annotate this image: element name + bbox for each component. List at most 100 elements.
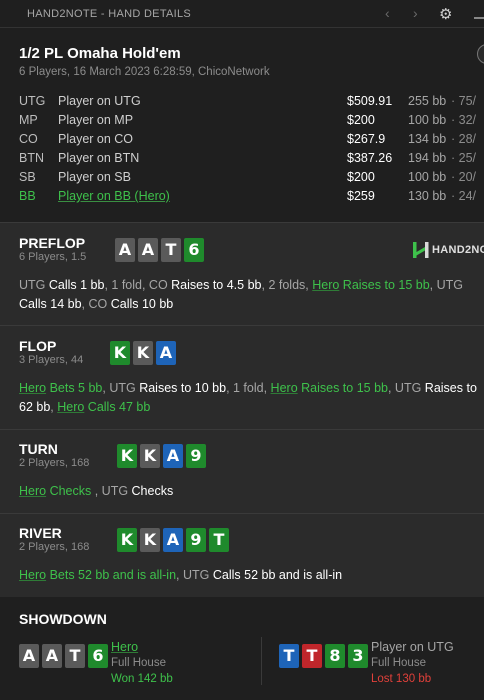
action-line: UTG Calls 1 bb, 1 fold, CO Raises to 4.5… [19,276,484,295]
player-position: CO [19,132,38,146]
card: T [302,644,322,668]
player-position: SB [19,170,36,184]
card: 6 [184,238,204,262]
action-line: Hero Bets 52 bb and is all-in, UTG Calls… [19,566,484,585]
gear-icon[interactable]: ⚙ [439,5,452,23]
action-text: Calls 10 bb [110,297,174,311]
showdown-title: SHOWDOWN [19,611,107,627]
action-text: Raises to 10 bb [139,381,227,395]
title-bar: HAND2NOTE - HAND DETAILS ‹ › ⚙ [0,0,484,28]
player-stack: $200 [347,170,375,184]
card: 6 [88,644,108,668]
card: T [161,238,181,262]
river-title: RIVER [19,525,62,541]
player-row[interactable]: CO Player on CO $267.9 134 bb · 28/ [0,132,484,150]
card: K [117,528,137,552]
chevron-right-icon[interactable]: › [413,5,418,21]
player-stats: · 32/ [451,113,477,127]
player-row[interactable]: BTN Player on BTN $387.26 194 bb · 25/ [0,151,484,169]
player-position: BB [19,189,36,203]
player-stack: $509.91 [347,94,393,108]
player-position: UTG [19,94,46,108]
card: T [209,528,229,552]
hero-showdown-hand: Full House [111,657,166,669]
hero-link[interactable]: Hero [312,278,339,292]
action-line: Calls 14 bb, CO Calls 10 bb [19,295,484,314]
player-bb: 100 bb [408,170,447,184]
player-bb: 100 bb [408,113,447,127]
card: T [279,644,299,668]
river-subtitle: 2 Players, 168 [19,541,90,553]
card: K [133,341,153,365]
action-text: Raises to 4.5 bb [171,278,262,292]
preflop-actions: UTG Calls 1 bb, 1 fold, CO Raises to 4.5… [19,276,484,314]
hero-showdown-cards: AAT6 [19,644,108,668]
villain-showdown-hand: Full House [371,657,426,669]
player-position: MP [19,113,38,127]
action-text: Bets 52 bb and is all-in [46,568,177,582]
action-text: 62 bb [19,400,51,414]
player-bb: 255 bb [408,94,447,108]
hero-showdown-name[interactable]: Hero [111,640,138,654]
card: A [163,444,183,468]
card: K [140,528,160,552]
hero-link[interactable]: Hero [19,381,46,395]
hero-link[interactable]: Hero [57,400,84,414]
player-stats: · 20/ [451,170,477,184]
player-stats: · 25/ [451,151,477,165]
action-text: Calls 14 bb [19,297,82,311]
card: A [138,238,158,262]
game-title: 1/2 PL Omaha Hold'em [19,45,181,62]
game-subtitle: 6 Players, 16 March 2023 6:28:59, ChicoN… [19,66,270,78]
player-stack: $387.26 [347,151,393,165]
player-bb: 130 bb [408,189,447,203]
hero-link[interactable]: Hero [271,381,298,395]
player-row[interactable]: SB Player on SB $200 100 bb · 20/ [0,170,484,188]
player-row[interactable]: UTG Player on UTG $509.91 255 bb · 75/ [0,94,484,112]
action-text: Raises to [424,381,477,395]
flop-cards: KKA [110,341,176,365]
action-line: 62 bb, Hero Calls 47 bb [19,398,484,417]
hero-showdown-result: Won 142 bb [111,673,173,685]
villain-showdown-cards: TT83 [279,644,368,668]
player-name: Player on SB [58,170,131,184]
card: A [42,644,62,668]
player-row[interactable]: MP Player on MP $200 100 bb · 32/ [0,113,484,131]
card: 8 [325,644,345,668]
action-text: Checks [46,484,92,498]
player-name: Player on MP [58,113,134,127]
player-name: Player on UTG [58,94,141,108]
preflop-title: PREFLOP [19,235,86,251]
card: A [115,238,135,262]
flop-subtitle: 3 Players, 44 [19,354,84,366]
action-text: UTG [19,278,49,292]
action-text: Raises to 15 bb [339,278,430,292]
action-text: Bets 5 bb [46,381,103,395]
card: A [19,644,39,668]
card: K [117,444,137,468]
turn-actions: Hero Checks , UTG Checks [19,482,484,501]
villain-showdown-name: Player on UTG [371,640,454,654]
card: K [110,341,130,365]
preflop-cards: AAT6 [115,238,204,262]
action-text: Calls 1 bb [48,278,105,292]
river-cards: KKA9T [117,528,229,552]
action-line: Hero Checks , UTG Checks [19,482,484,501]
player-row[interactable]: BB Player on BB (Hero) $259 130 bb · 24/ [0,189,484,207]
card: A [163,528,183,552]
villain-showdown-result: Lost 130 bb [371,673,432,685]
player-bb: 134 bb [408,132,447,146]
hand2note-logo-icon [413,242,429,258]
action-text: Calls 47 bb [84,400,151,414]
flop-title: FLOP [19,338,57,354]
card: A [156,341,176,365]
turn-cards: KKA9 [117,444,206,468]
hero-link[interactable]: Hero [19,568,46,582]
action-line: Hero Bets 5 bb, UTG Raises to 10 bb, 1 f… [19,379,484,398]
player-position: BTN [19,151,44,165]
action-text: Calls 52 bb and is all-in [212,568,343,582]
card: T [65,644,85,668]
minimize-icon[interactable] [474,17,484,19]
hero-link[interactable]: Hero [19,484,46,498]
chevron-left-icon[interactable]: ‹ [385,5,390,21]
